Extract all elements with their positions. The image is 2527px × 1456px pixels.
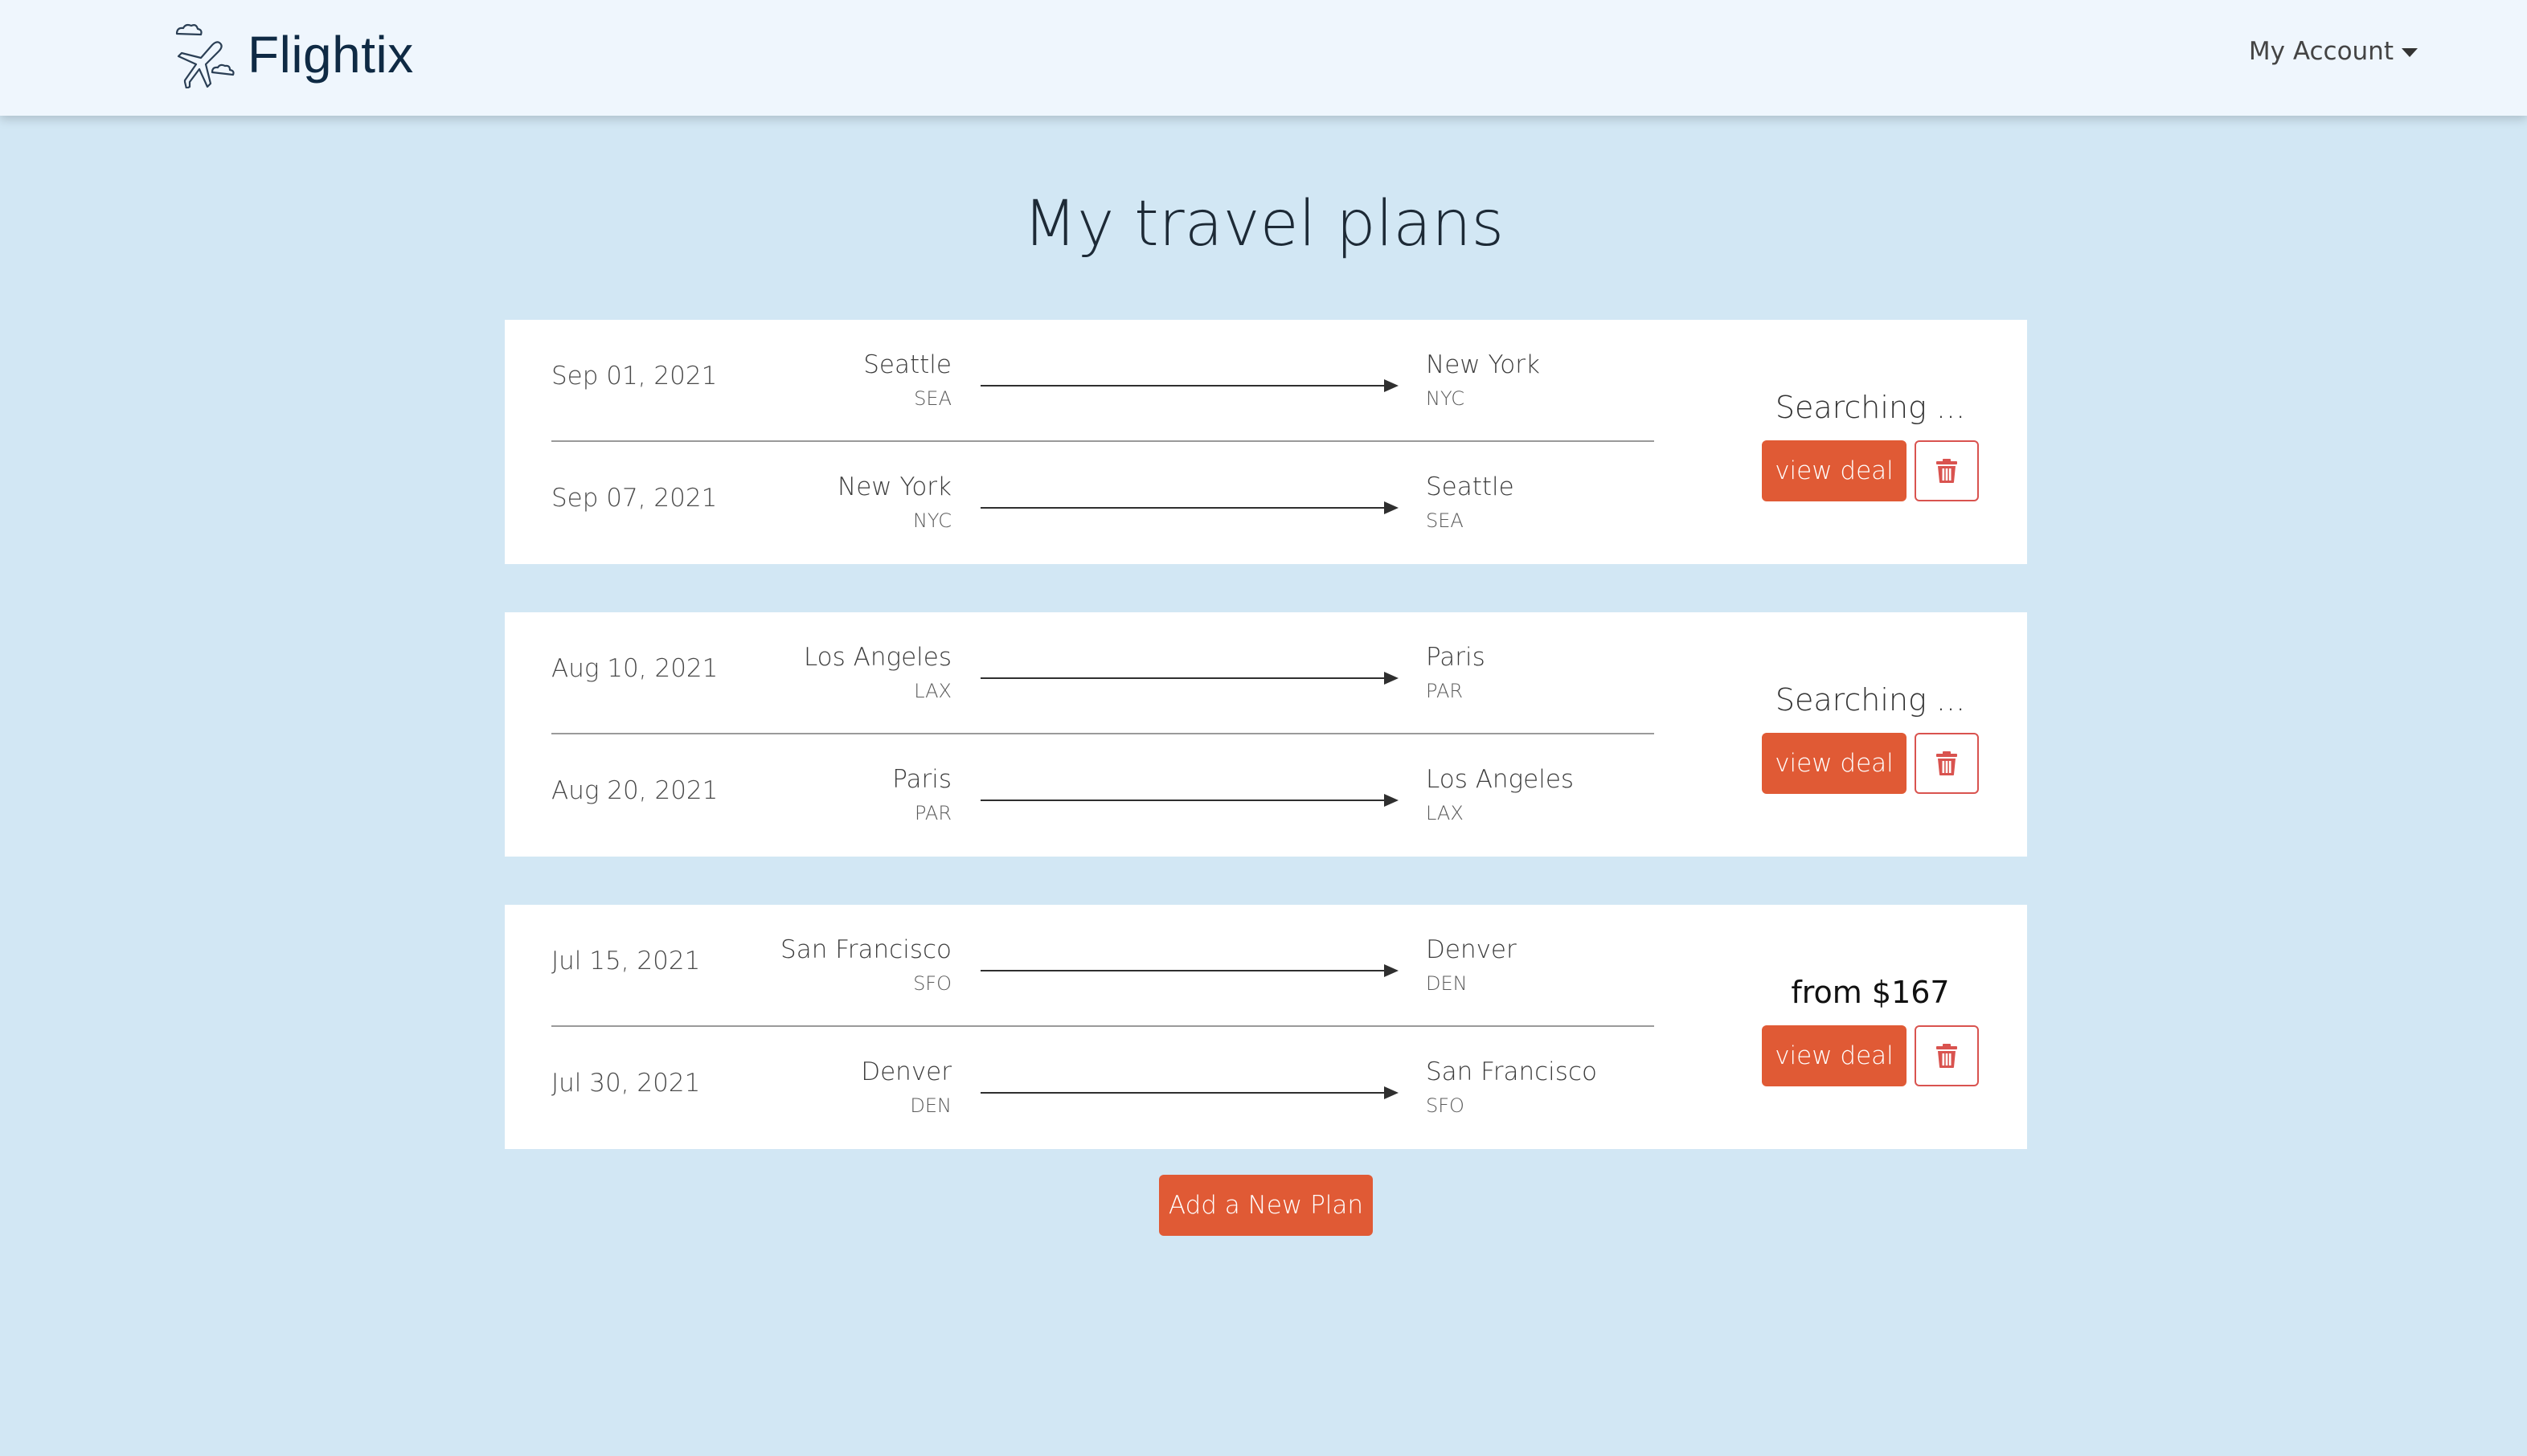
plan-leg: Aug 10, 2021 Los Angeles LAX Paris PAR (551, 612, 1654, 734)
account-dropdown[interactable]: My Account (2249, 37, 2418, 66)
destination-city: Denver (1426, 935, 1517, 964)
origin-code: DEN (910, 1094, 952, 1117)
leg-destination: Denver DEN (1426, 935, 1517, 995)
plan-leg: Sep 07, 2021 New York NYC Seattle SEA (551, 442, 1654, 564)
leg-origin: Seattle SEA (863, 350, 952, 410)
plan-card: Aug 10, 2021 Los Angeles LAX Paris PAR A… (505, 612, 2027, 857)
leg-destination: Seattle SEA (1426, 472, 1514, 532)
plan-price: from $167 (1791, 975, 1950, 1010)
trash-icon (1936, 459, 1957, 483)
plan-leg: Jul 15, 2021 San Francisco SFO Denver DE… (551, 905, 1654, 1027)
delete-plan-button[interactable] (1915, 1025, 1979, 1086)
brand-name: Flightix (248, 26, 414, 84)
origin-city: Seattle (863, 350, 952, 379)
origin-code: PAR (914, 802, 952, 824)
plan-status-block: Searching ... view deal (1762, 387, 1979, 501)
origin-code: LAX (914, 680, 952, 702)
plan-status: Searching ... (1775, 682, 1966, 718)
leg-date: Sep 07, 2021 (551, 484, 718, 513)
plan-status-block: from $167 view deal (1762, 972, 1979, 1086)
leg-destination: Los Angeles LAX (1426, 765, 1574, 824)
destination-city: Los Angeles (1426, 765, 1575, 794)
origin-city: New York (838, 472, 952, 501)
view-deal-button[interactable]: view deal (1762, 733, 1907, 794)
navbar: Flightix My Account (0, 0, 2527, 116)
plan-leg: Aug 20, 2021 Paris PAR Los Angeles LAX (551, 734, 1654, 857)
plane-cloud-logo-icon (175, 23, 235, 88)
leg-origin: Denver DEN (861, 1057, 952, 1117)
route-arrow-icon (981, 671, 1399, 687)
destination-city: Paris (1426, 643, 1485, 672)
route-arrow-icon (981, 378, 1399, 395)
leg-destination: San Francisco SFO (1426, 1057, 1597, 1117)
origin-code: SFO (913, 972, 952, 995)
leg-destination: New York NYC (1426, 350, 1540, 410)
origin-city: Denver (861, 1057, 952, 1086)
brand-link[interactable]: Flightix (169, 21, 414, 88)
plan-leg: Sep 01, 2021 Seattle SEA New York NYC (551, 320, 1654, 442)
leg-destination: Paris PAR (1426, 643, 1485, 702)
delete-plan-button[interactable] (1915, 733, 1979, 794)
plan-leg: Jul 30, 2021 Denver DEN San Francisco SF… (551, 1027, 1654, 1149)
add-new-plan-button[interactable]: Add a New Plan (1159, 1175, 1373, 1236)
leg-origin: New York NYC (838, 472, 952, 532)
trash-icon (1936, 751, 1957, 775)
route-arrow-icon (981, 501, 1399, 517)
destination-code: DEN (1426, 972, 1468, 995)
leg-date: Sep 01, 2021 (551, 362, 718, 391)
destination-code: SFO (1426, 1094, 1464, 1117)
destination-code: PAR (1426, 680, 1464, 702)
origin-code: NYC (912, 509, 952, 532)
trash-icon (1936, 1044, 1957, 1068)
destination-city: San Francisco (1426, 1057, 1597, 1086)
route-arrow-icon (981, 963, 1399, 980)
leg-date: Aug 10, 2021 (551, 654, 719, 683)
destination-code: NYC (1426, 387, 1465, 410)
view-deal-button[interactable]: view deal (1762, 1025, 1907, 1086)
leg-origin: Los Angeles LAX (804, 643, 952, 702)
leg-origin: Paris PAR (892, 765, 952, 824)
plan-card: Jul 15, 2021 San Francisco SFO Denver DE… (505, 905, 2027, 1149)
origin-city: Paris (892, 765, 952, 794)
destination-code: LAX (1426, 802, 1464, 824)
account-label: My Account (2248, 37, 2394, 66)
page-title: My travel plans (1022, 188, 1505, 260)
leg-date: Aug 20, 2021 (551, 776, 719, 805)
destination-code: SEA (1426, 509, 1464, 532)
leg-origin: San Francisco SFO (780, 935, 952, 995)
route-arrow-icon (981, 793, 1399, 809)
leg-date: Jul 30, 2021 (551, 1069, 701, 1098)
delete-plan-button[interactable] (1915, 440, 1979, 501)
origin-city: San Francisco (780, 935, 952, 964)
origin-code: SEA (914, 387, 952, 410)
destination-city: New York (1426, 350, 1540, 379)
plan-card: Sep 01, 2021 Seattle SEA New York NYC Se… (505, 320, 2027, 564)
destination-city: Seattle (1426, 472, 1514, 501)
caret-down-icon (2402, 47, 2418, 57)
origin-city: Los Angeles (803, 643, 952, 672)
route-arrow-icon (981, 1086, 1399, 1102)
view-deal-button[interactable]: view deal (1762, 440, 1907, 501)
plan-status: Searching ... (1775, 390, 1966, 425)
plan-status-block: Searching ... view deal (1762, 680, 1979, 794)
leg-date: Jul 15, 2021 (551, 947, 701, 975)
